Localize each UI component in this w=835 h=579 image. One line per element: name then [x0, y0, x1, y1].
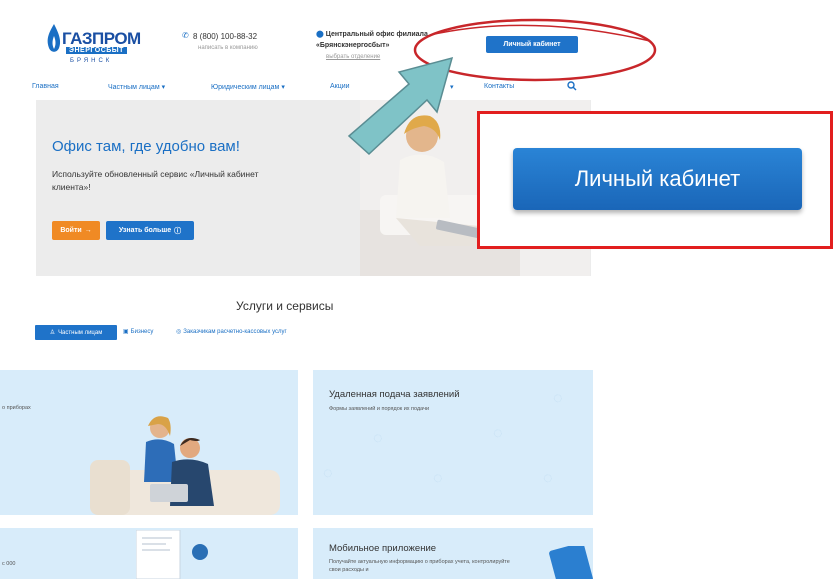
tab-business[interactable]: ▣ Бизнесу	[123, 328, 153, 335]
logo-text[interactable]: ГАЗПРОМ	[62, 29, 141, 49]
service-card-mobile-app[interactable]: Мобильное приложение Получайте актуальну…	[313, 528, 593, 579]
login-button[interactable]: Войти →	[52, 221, 100, 240]
logo-city: БРЯНСК	[70, 58, 113, 64]
briefcase-icon: ▣	[123, 329, 129, 335]
pin-icon: ⬤	[316, 31, 324, 38]
pointer-arrow	[347, 56, 454, 156]
main-nav: Главная Частным лицам ▾ Юридическим лица…	[32, 83, 587, 95]
phone-number[interactable]: 8 (800) 100-88-32	[183, 32, 257, 41]
search-icon[interactable]	[567, 81, 577, 91]
nav-private[interactable]: Частным лицам ▾	[108, 83, 165, 91]
services-title: Услуги и сервисы	[236, 299, 334, 313]
login-icon: →	[84, 227, 92, 234]
user-icon: ♙	[49, 330, 56, 336]
tab-private[interactable]: ♙ Частным лицам	[35, 325, 117, 340]
nav-legal[interactable]: Юридическим лицам ▾	[211, 83, 285, 91]
chevron-down-icon: ▾	[281, 84, 285, 91]
callback-link[interactable]: написать в компанию	[198, 45, 258, 51]
hero-title: Офис там, где удобно вам!	[52, 138, 240, 155]
info-icon: ⓘ	[174, 227, 182, 235]
service-card-3[interactable]: с 000	[0, 528, 298, 579]
nav-contacts[interactable]: Контакты	[484, 83, 514, 90]
card-document-image	[136, 530, 208, 579]
handshake-icon: ◎	[176, 329, 182, 335]
phone-image	[549, 546, 593, 579]
flame-icon	[47, 24, 61, 52]
hero-text: Используйте обновленный сервис «Личный к…	[52, 169, 259, 192]
logo-subtitle: ЭНЕРГОСБЫТ	[66, 47, 127, 54]
learn-more-button[interactable]: Узнать больше ⓘ	[106, 221, 194, 240]
tab-rkc[interactable]: ◎ Заказчикам расчетно-кассовых услуг	[176, 328, 287, 335]
card-couple-image	[90, 416, 280, 515]
service-card-1[interactable]: о приборах	[0, 370, 298, 515]
chevron-down-icon: ▾	[161, 84, 166, 91]
cabinet-button-zoomed[interactable]: Личный кабинет	[513, 148, 802, 210]
service-card-remote-applications[interactable]: ◌ ◌ ◌ ◌ ◌ ◌ Удаленная подача заявлений Ф…	[313, 370, 593, 515]
nav-home[interactable]: Главная	[32, 83, 59, 90]
